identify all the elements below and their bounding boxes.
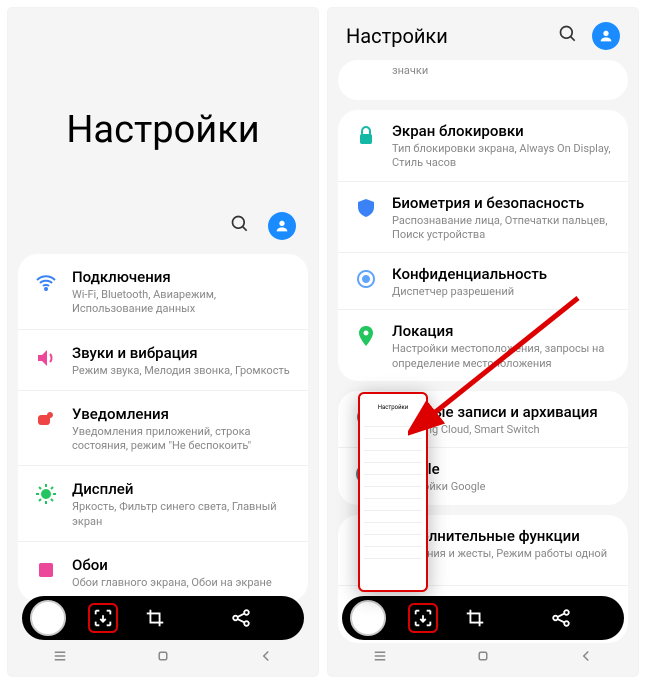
- display-icon: [34, 482, 58, 506]
- scroll-capture-button[interactable]: [88, 603, 118, 633]
- preview-title: Настройки: [364, 404, 422, 411]
- android-nav-bar: [328, 646, 638, 670]
- page-title: Настройки: [8, 8, 318, 212]
- crop-button[interactable]: [140, 603, 170, 633]
- settings-item-wallpaper[interactable]: Обои Обои главного экрана, Обои на экран…: [18, 542, 308, 602]
- item-title: Подключения: [72, 268, 292, 286]
- recents-button[interactable]: [371, 647, 389, 669]
- screenshot-thumbnail[interactable]: [350, 600, 386, 636]
- item-subtitle: Яркость, Фильтр синего света, Главный эк…: [72, 500, 292, 529]
- item-subtitle: Тип блокировки экрана, Always On Display…: [392, 142, 612, 171]
- shield-icon: [354, 196, 378, 220]
- item-title: Звуки и вибрация: [72, 344, 292, 362]
- item-title: Обои: [72, 556, 292, 574]
- item-title: Локация: [392, 322, 612, 340]
- sound-icon: [34, 346, 58, 370]
- phone-screenshot-left: Настройки Подключения Wi-Fi, Bluetooth, …: [8, 8, 318, 676]
- location-icon: [354, 324, 378, 348]
- settings-item-biometrics[interactable]: Биометрия и безопасность Распознавание л…: [338, 182, 628, 254]
- settings-list: Экран блокировки Тип блокировки экрана, …: [338, 110, 628, 381]
- scroll-capture-preview: Настройки: [358, 392, 428, 592]
- settings-list: Подключения Wi-Fi, Bluetooth, Авиарежим,…: [18, 254, 308, 602]
- wallpaper-icon: [34, 558, 58, 582]
- home-button[interactable]: [474, 647, 492, 669]
- blank-icon: [354, 66, 378, 90]
- settings-item-connections[interactable]: Подключения Wi-Fi, Bluetooth, Авиарежим,…: [18, 254, 308, 330]
- screenshot-thumbnail[interactable]: [30, 600, 66, 636]
- notification-icon: [34, 407, 58, 431]
- item-subtitle: Режим звука, Мелодия звонка, Громкость: [72, 364, 292, 378]
- home-button[interactable]: [154, 647, 172, 669]
- item-subtitle: Распознавание лица, Отпечатки пальцев, П…: [392, 214, 612, 243]
- settings-item-lockscreen[interactable]: Экран блокировки Тип блокировки экрана, …: [338, 110, 628, 182]
- profile-avatar[interactable]: [268, 212, 296, 240]
- item-subtitle: Уведомления приложений, строка состояния…: [72, 425, 292, 454]
- back-button[interactable]: [257, 647, 275, 669]
- header-actions: [8, 212, 318, 254]
- item-title: Уведомления: [72, 405, 292, 423]
- settings-item-notifications[interactable]: Уведомления Уведомления приложений, стро…: [18, 391, 308, 467]
- search-icon[interactable]: [230, 214, 250, 238]
- item-subtitle: значки: [392, 64, 612, 78]
- screenshot-toolbar: [22, 596, 304, 640]
- header: Настройки: [328, 8, 638, 60]
- item-title: Конфиденциальность: [392, 265, 612, 283]
- item-title: Экран блокировки: [392, 122, 612, 140]
- page-title: Настройки: [346, 24, 544, 48]
- item-subtitle: Настройки местоположения, запросы на опр…: [392, 342, 612, 371]
- share-button[interactable]: [226, 603, 256, 633]
- privacy-icon: [354, 267, 378, 291]
- settings-item-sounds[interactable]: Звуки и вибрация Режим звука, Мелодия зв…: [18, 330, 308, 391]
- share-button[interactable]: [546, 603, 576, 633]
- item-subtitle: Диспетчер разрешений: [392, 285, 612, 299]
- settings-item-partial[interactable]: значки: [338, 60, 628, 100]
- item-title: Дисплей: [72, 480, 292, 498]
- settings-item-location[interactable]: Локация Настройки местоположения, запрос…: [338, 310, 628, 381]
- wifi-icon: [34, 270, 58, 294]
- scroll-capture-button[interactable]: [408, 603, 438, 633]
- settings-item-privacy[interactable]: Конфиденциальность Диспетчер разрешений: [338, 253, 628, 310]
- phone-screenshot-right: Настройки значки Экран бло: [328, 8, 638, 676]
- item-subtitle: Обои главного экрана, Обои на экране: [72, 576, 292, 590]
- profile-avatar[interactable]: [592, 22, 620, 50]
- recents-button[interactable]: [51, 647, 69, 669]
- item-title: Биометрия и безопасность: [392, 194, 612, 212]
- back-button[interactable]: [577, 647, 595, 669]
- crop-button[interactable]: [460, 603, 490, 633]
- settings-list-partial-top: значки: [338, 60, 628, 100]
- screenshot-toolbar: [342, 596, 624, 640]
- android-nav-bar: [8, 646, 318, 670]
- search-icon[interactable]: [558, 24, 578, 48]
- lock-icon: [354, 124, 378, 148]
- settings-item-display[interactable]: Дисплей Яркость, Фильтр синего света, Гл…: [18, 466, 308, 542]
- item-subtitle: Wi-Fi, Bluetooth, Авиарежим, Использован…: [72, 288, 292, 317]
